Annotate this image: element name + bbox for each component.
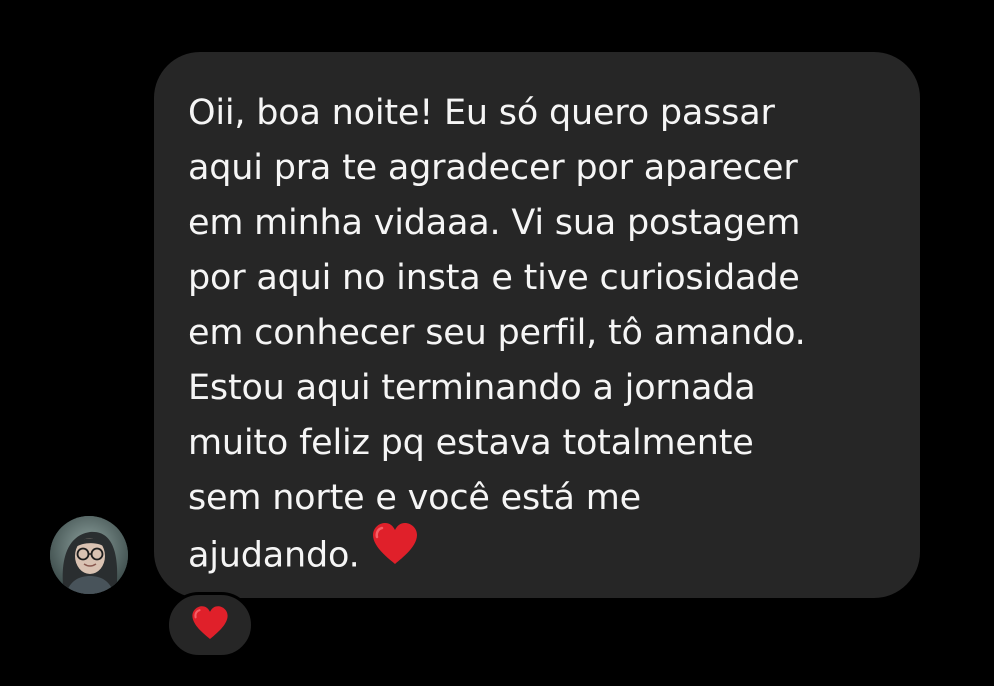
message-line: Estou aqui terminando a jornada [188,368,756,408]
message-line: por aqui no insta e tive curiosidade [188,258,800,298]
message-line: em minha vidaaa. Vi sua postagem [188,203,801,243]
reaction-badge[interactable] [166,592,254,658]
message-line: aqui pra te agradecer por aparecer [188,148,798,188]
message-line-text: ajudando. [188,535,360,576]
message-line: sem norte e você está me [188,478,641,518]
message-bubble[interactable]: Oii, boa noite! Eu só quero passar aqui … [154,52,920,598]
message-line: em conhecer seu perfil, tô amando. [188,313,806,353]
message-line: Oii, boa noite! Eu só quero passar [188,93,775,133]
message-line-last: ajudando. [188,523,900,581]
message-text: Oii, boa noite! Eu só quero passar aqui … [188,86,900,581]
sender-avatar[interactable] [50,516,128,594]
avatar-photo-icon [50,516,128,594]
red-heart-icon [370,522,420,583]
red-heart-icon [190,605,230,645]
message-line: muito feliz pq estava totalmente [188,423,754,463]
chat-thread: Oii, boa noite! Eu só quero passar aqui … [0,0,994,686]
